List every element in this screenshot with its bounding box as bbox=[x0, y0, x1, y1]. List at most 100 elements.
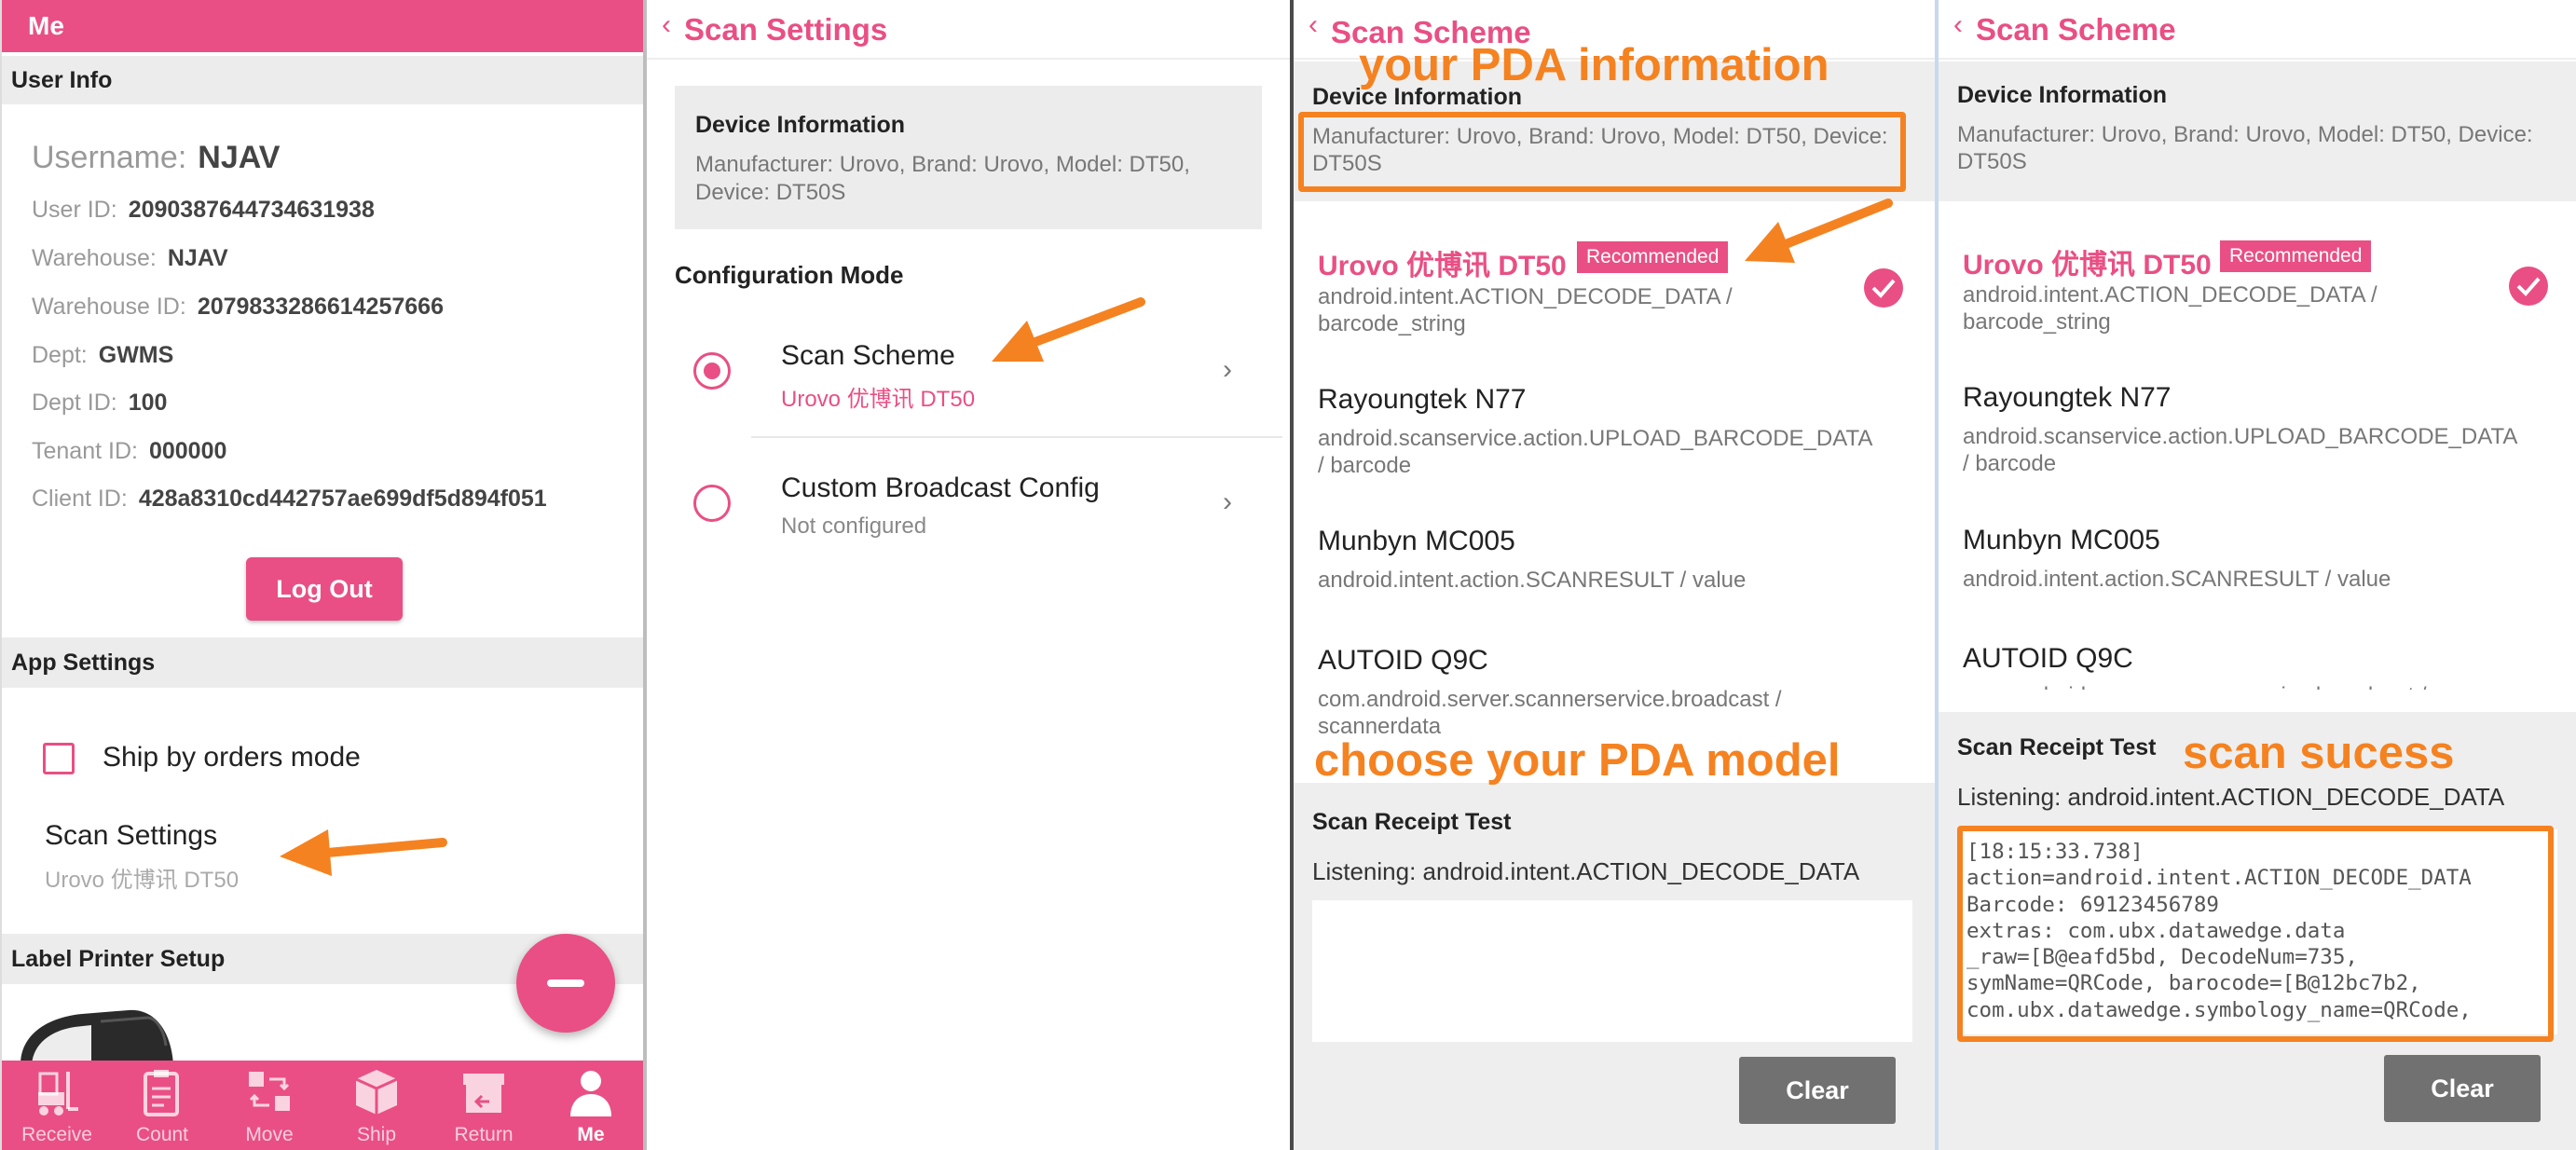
nav-return[interactable]: Return bbox=[432, 1061, 535, 1150]
listening-text: Listening: android.intent.ACTION_DECODE_… bbox=[1312, 857, 1860, 885]
checkmark-icon bbox=[1864, 268, 1903, 308]
nav-count-label: Count bbox=[135, 1124, 189, 1145]
clipboard-icon bbox=[144, 1070, 179, 1116]
dept-id-row: Dept ID: 100 bbox=[32, 390, 167, 417]
scheme-desc-autoid: com.android.server.scannerservice.broadc… bbox=[1963, 682, 2485, 690]
device-info-highlight bbox=[1298, 112, 1906, 192]
tenant-id-row: Tenant ID: 000000 bbox=[32, 438, 226, 465]
scheme-name-munbyn[interactable]: Munbyn MC005 bbox=[1963, 525, 2160, 556]
back-chevron-icon[interactable]: ‹ bbox=[1953, 9, 1963, 41]
clear-button[interactable]: Clear bbox=[1739, 1057, 1896, 1124]
scan-settings-header: ‹ Scan Settings bbox=[647, 0, 1290, 60]
scheme-desc-rayoungtek: android.scanservice.action.UPLOAD_BARCOD… bbox=[1318, 426, 1872, 478]
nav-count[interactable]: Count bbox=[111, 1061, 213, 1150]
scheme-name-autoid[interactable]: AUTOID Q9C bbox=[1318, 645, 1488, 677]
scan-scheme-value: Urovo 优博讯 DT50 bbox=[781, 387, 976, 412]
scheme-list: Urovo 优博讯 DT50 Recommended android.inten… bbox=[1294, 201, 1935, 740]
app-settings-header: App Settings bbox=[2, 637, 643, 688]
arrow-icon bbox=[1745, 199, 1893, 263]
user-id-label: User ID: bbox=[32, 197, 117, 223]
username-label: Username: bbox=[32, 140, 187, 175]
scan-receipt-header: Scan Receipt Test bbox=[1312, 809, 1512, 835]
scheme-desc-munbyn: android.intent.action.SCANRESULT / value bbox=[1318, 568, 1747, 593]
device-info-text: Manufacturer: Urovo, Brand: Urovo, Model… bbox=[1957, 122, 2533, 174]
scheme-name-autoid[interactable]: AUTOID Q9C bbox=[1963, 643, 2133, 675]
nav-ship-label: Ship bbox=[356, 1124, 397, 1145]
nav-move[interactable]: Move bbox=[218, 1061, 321, 1150]
scheme-desc-urovo: android.intent.ACTION_DECODE_DATA / barc… bbox=[1963, 282, 2377, 335]
user-id-value: 2090387644734631938 bbox=[128, 197, 375, 223]
username-value: NJAV bbox=[198, 140, 281, 175]
logout-button[interactable]: Log Out bbox=[246, 557, 403, 621]
scan-scheme-option[interactable]: Scan Scheme bbox=[781, 340, 955, 372]
scheme-desc-munbyn: android.intent.action.SCANRESULT / value bbox=[1963, 567, 2391, 592]
ship-by-orders-checkbox[interactable] bbox=[43, 743, 75, 774]
custom-broadcast-option[interactable]: Custom Broadcast Config bbox=[781, 472, 1100, 504]
scan-settings-item[interactable]: Scan Settings bbox=[45, 820, 217, 852]
warehouse-id-row: Warehouse ID: 2079833286614257666 bbox=[32, 294, 444, 321]
warehouse-label: Warehouse: bbox=[32, 245, 157, 271]
custom-broadcast-radio[interactable] bbox=[693, 485, 731, 522]
bottom-navigation: Receive Count Move Ship Return Me bbox=[2, 1061, 643, 1150]
scan-settings-value: Urovo 优博讯 DT50 bbox=[45, 868, 240, 893]
annotation-choose-model: choose your PDA model bbox=[1314, 735, 1841, 786]
annotation-pda-info: your PDA information bbox=[1359, 40, 1829, 90]
device-info-text: Manufacturer: Urovo, Brand: Urovo, Model… bbox=[695, 152, 1190, 205]
person-icon bbox=[570, 1071, 611, 1116]
move-arrows-icon bbox=[249, 1072, 290, 1111]
scheme-name-munbyn[interactable]: Munbyn MC005 bbox=[1318, 526, 1515, 557]
scheme-name-rayoungtek[interactable]: Rayoungtek N77 bbox=[1963, 382, 2171, 414]
nav-me-label: Me bbox=[577, 1124, 605, 1145]
warehouse-value: NJAV bbox=[167, 245, 228, 271]
arrow-icon bbox=[992, 297, 1145, 362]
me-top-bar: Me bbox=[2, 0, 643, 52]
username-row: Username: NJAV bbox=[32, 140, 280, 176]
device-info-header: Device Information bbox=[1957, 82, 2168, 108]
scan-scheme-header: ‹ Scan Scheme bbox=[1939, 0, 2576, 60]
device-info-header: Device Information bbox=[695, 112, 906, 138]
device-info-card: Device Information Manufacturer: Urovo, … bbox=[675, 86, 1262, 229]
nav-receive-label: Receive bbox=[21, 1124, 92, 1145]
scheme-desc-rayoungtek: android.scanservice.action.UPLOAD_BARCOD… bbox=[1963, 424, 2517, 476]
chevron-right-icon[interactable]: › bbox=[1223, 486, 1232, 518]
tenant-id-label: Tenant ID: bbox=[32, 438, 138, 464]
scheme-name-urovo[interactable]: Urovo 优博讯 DT50 bbox=[1963, 241, 2212, 282]
return-box-icon bbox=[463, 1074, 504, 1113]
dept-id-label: Dept ID: bbox=[32, 390, 117, 416]
me-panel: Me User Info Username: NJAV User ID: 20903… bbox=[0, 0, 643, 1150]
warehouse-id-label: Warehouse ID: bbox=[32, 294, 186, 320]
dept-row: Dept: GWMS bbox=[32, 342, 173, 369]
scan-receipt-section: Scan Receipt Test Listening: android.int… bbox=[1294, 783, 1935, 1150]
warehouse-row: Warehouse: NJAV bbox=[32, 245, 228, 272]
custom-broadcast-status: Not configured bbox=[781, 513, 927, 539]
ship-by-orders-label[interactable]: Ship by orders mode bbox=[103, 742, 361, 774]
scheme-list: Urovo 优博讯 DT50 Recommended android.inten… bbox=[1939, 201, 2576, 690]
scheme-desc-urovo: android.intent.ACTION_DECODE_DATA / barc… bbox=[1318, 284, 1733, 336]
chevron-right-icon[interactable]: › bbox=[1223, 354, 1232, 386]
nav-move-label: Move bbox=[245, 1124, 294, 1145]
page-title: Scan Scheme bbox=[1976, 12, 2176, 47]
arrow-icon bbox=[280, 829, 447, 876]
scan-log-highlight bbox=[1957, 826, 2554, 1042]
page-title: Scan Settings bbox=[684, 12, 888, 47]
user-info-header: User Info bbox=[2, 56, 643, 104]
scheme-name-urovo[interactable]: Urovo 优博讯 DT50 bbox=[1318, 242, 1567, 283]
recommended-badge: Recommended bbox=[1577, 241, 1729, 273]
listening-text: Listening: android.intent.ACTION_DECODE_… bbox=[1957, 783, 2505, 811]
annotation-scan-success: scan sucess bbox=[2183, 728, 2455, 778]
client-id-label: Client ID: bbox=[32, 486, 128, 512]
option-divider bbox=[751, 436, 1282, 438]
collapse-fab-button[interactable] bbox=[516, 934, 615, 1033]
clear-button[interactable]: Clear bbox=[2384, 1055, 2541, 1122]
back-chevron-icon[interactable]: ‹ bbox=[662, 9, 671, 41]
config-mode-header: Configuration Mode bbox=[675, 261, 904, 289]
nav-receive[interactable]: Receive bbox=[6, 1061, 108, 1150]
back-chevron-icon[interactable]: ‹ bbox=[1309, 9, 1318, 41]
scan-scheme-radio[interactable] bbox=[693, 352, 731, 390]
client-id-row: Client ID: 428a8310cd442757ae699df5d894f0… bbox=[32, 486, 547, 513]
scheme-name-rayoungtek[interactable]: Rayoungtek N77 bbox=[1318, 384, 1526, 416]
nav-ship[interactable]: Ship bbox=[325, 1061, 428, 1150]
nav-me[interactable]: Me bbox=[540, 1061, 642, 1150]
scan-log-box bbox=[1312, 900, 1912, 1042]
warehouse-id-value: 2079833286614257666 bbox=[197, 294, 444, 320]
